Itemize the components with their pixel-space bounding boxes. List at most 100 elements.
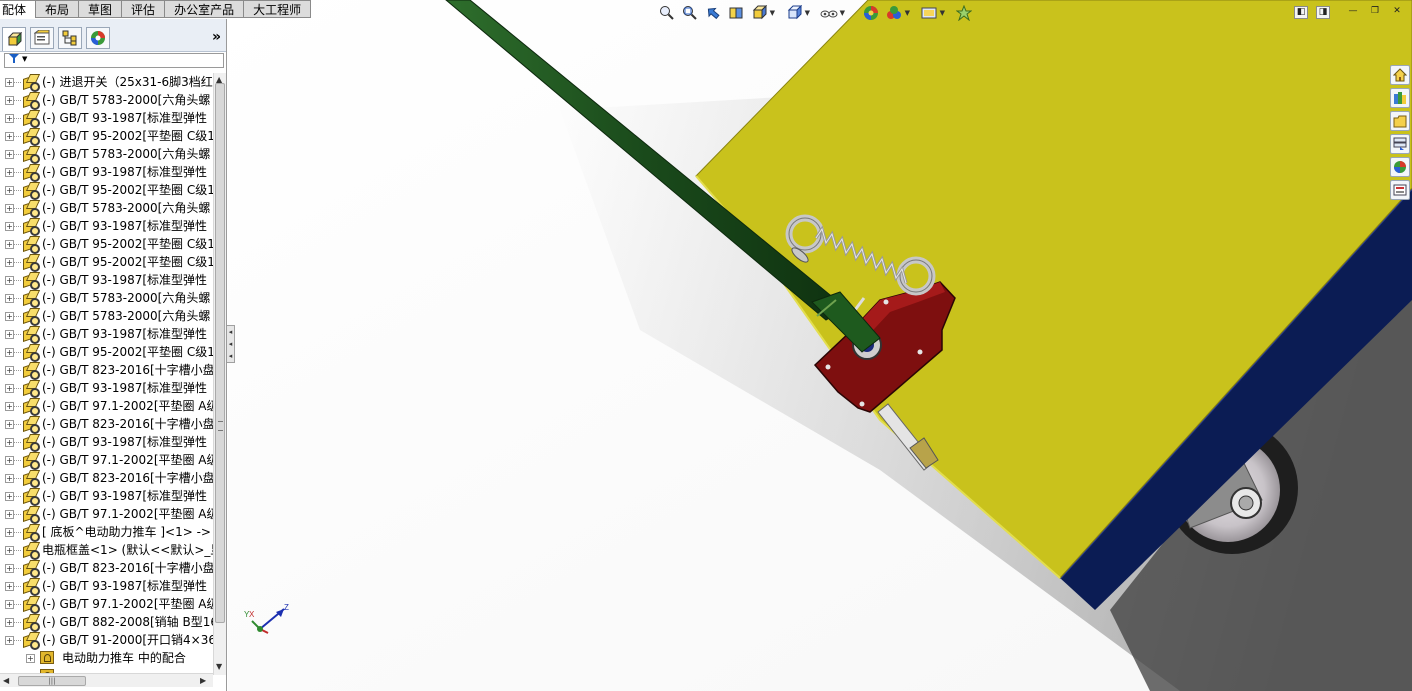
part-icon: [21, 164, 41, 182]
zoom-to-area-icon[interactable]: [681, 4, 699, 22]
render-tools-icon[interactable]: [955, 4, 973, 22]
tree-item[interactable]: + (-) GB/T 93-1987[标准型弹性: [0, 271, 213, 290]
tree-filter[interactable]: ▼: [4, 53, 224, 68]
tree-item[interactable]: + (-) 进退开关（25x31-6脚3档红: [0, 73, 213, 92]
part-icon: [21, 128, 41, 146]
scroll-down-arrow[interactable]: ▼: [216, 662, 222, 671]
tab-assembly[interactable]: 配体: [0, 0, 37, 18]
tree-item-label: (-) GB/T 5783-2000[六角头螺: [42, 147, 211, 161]
tree-item[interactable]: + (-) GB/T 5783-2000[六角头螺: [0, 289, 213, 308]
restore-button[interactable]: ❐: [1368, 6, 1382, 19]
part-icon: [21, 344, 41, 362]
tree-item[interactable]: + (-) GB/T 91-2000[开口销4×36: [0, 631, 213, 650]
tile-right-button[interactable]: ◨: [1316, 6, 1330, 19]
tree-item[interactable]: + (-) GB/T 93-1987[标准型弹性: [0, 487, 213, 506]
tree-item-label: (-) GB/T 5783-2000[六角头螺: [42, 201, 211, 215]
tree-item[interactable]: + (-) GB/T 95-2002[平垫圈 C级1: [0, 343, 213, 362]
feature-manager-icon[interactable]: [2, 27, 26, 51]
tree-item[interactable]: + (-) GB/T 95-2002[平垫圈 C级1: [0, 253, 213, 272]
part-icon: [21, 92, 41, 110]
view-palette-icon[interactable]: [1390, 134, 1410, 154]
view-settings-icon[interactable]: ▼: [920, 4, 945, 22]
tree-item-mates[interactable]: + 电动助力推车 中的配合: [0, 649, 213, 667]
tree-item[interactable]: + (-) GB/T 93-1987[标准型弹性: [0, 577, 213, 596]
tree-item[interactable]: + (-) GB/T 93-1987[标准型弹性: [0, 433, 213, 452]
feature-tree: + (-) 进退开关（25x31-6脚3档红 + (-) GB/T 5783-2000…: [0, 73, 213, 675]
tree-item[interactable]: + (-) GB/T 95-2002[平垫圈 C级1: [0, 127, 213, 146]
close-button[interactable]: ✕: [1390, 6, 1404, 19]
scroll-left-arrow[interactable]: ◀: [3, 676, 9, 685]
scroll-thumb[interactable]: [215, 83, 225, 623]
tree-vertical-scrollbar[interactable]: ▲ ▼: [213, 73, 226, 675]
file-explorer-icon[interactable]: [1390, 111, 1410, 131]
tree-item[interactable]: + (-) GB/T 882-2008[销轴 B型16: [0, 613, 213, 632]
tab-layout[interactable]: 布局: [36, 0, 80, 18]
part-icon: [21, 542, 41, 560]
custom-properties-icon[interactable]: [1390, 180, 1410, 200]
expand-panel-button[interactable]: »: [212, 29, 221, 45]
section-view-icon[interactable]: [727, 4, 745, 22]
tree-item[interactable]: + (-) GB/T 95-2002[平垫圈 C级1: [0, 235, 213, 254]
tree-item[interactable]: + (-) GB/T 97.1-2002[平垫圈 A级: [0, 397, 213, 416]
tab-evaluate[interactable]: 评估: [122, 0, 166, 18]
display-style-icon[interactable]: ▼: [785, 4, 810, 22]
home-icon[interactable]: [1390, 65, 1410, 85]
tab-sketch[interactable]: 草图: [79, 0, 123, 18]
tree-item-label: (-) 进退开关（25x31-6脚3档红: [42, 75, 213, 89]
tree-item[interactable]: + (-) GB/T 823-2016[十字槽小盘: [0, 415, 213, 434]
tree-item-label: (-) GB/T 95-2002[平垫圈 C级1: [42, 129, 213, 143]
property-manager-icon[interactable]: [30, 27, 54, 49]
design-library-icon[interactable]: [1390, 88, 1410, 108]
tree-item[interactable]: + (-) GB/T 823-2016[十字槽小盘: [0, 361, 213, 380]
tree-item[interactable]: + 电瓶框盖<1> (默认<<默认>_显: [0, 541, 213, 560]
tree-horizontal-scrollbar[interactable]: ◀ ||| ▶: [0, 673, 213, 687]
zoom-to-fit-icon[interactable]: [658, 4, 676, 22]
feature-manager-panel: » ▼ + (-) 进退开关（25x31-6脚3档红 + (-) GB/T 5783-…: [0, 19, 227, 691]
tree-item[interactable]: +[ 底板^电动助力推车 ]<1> ->: [0, 523, 213, 542]
tree-item[interactable]: + (-) GB/T 5783-2000[六角头螺: [0, 307, 213, 326]
tree-item[interactable]: + (-) GB/T 93-1987[标准型弹性: [0, 325, 213, 344]
tab-office-products[interactable]: 办公室产品: [165, 0, 245, 18]
tree-item-label: 电瓶框盖<1> (默认<<默认>_显: [42, 543, 213, 557]
expand-icon[interactable]: +: [26, 654, 35, 663]
tree-item[interactable]: + (-) GB/T 823-2016[十字槽小盘: [0, 559, 213, 578]
tree-item[interactable]: + (-) GB/T 823-2016[十字槽小盘: [0, 469, 213, 488]
tree-item-label: (-) GB/T 93-1987[标准型弹性: [42, 327, 208, 341]
tree-item[interactable]: + (-) GB/T 5783-2000[六角头螺: [0, 145, 213, 164]
previous-view-icon[interactable]: [704, 4, 722, 22]
panel-collapse-handle[interactable]: ◂ ◂ ◂: [227, 325, 235, 363]
part-icon: [21, 200, 41, 218]
chevron-down-icon[interactable]: ▼: [22, 55, 27, 63]
display-manager-icon[interactable]: [86, 27, 110, 49]
tile-left-button[interactable]: ◧: [1294, 6, 1308, 19]
configuration-manager-icon[interactable]: [58, 27, 82, 49]
apply-scene-icon[interactable]: ▼: [885, 4, 910, 22]
tree-item-label: (-) GB/T 823-2016[十字槽小盘: [42, 471, 213, 485]
tree-item[interactable]: + (-) GB/T 93-1987[标准型弹性: [0, 379, 213, 398]
scroll-right-arrow[interactable]: ▶: [200, 676, 206, 685]
manager-tabs: »: [0, 19, 226, 52]
tree-item[interactable]: + (-) GB/T 93-1987[标准型弹性: [0, 109, 213, 128]
tree-item[interactable]: + (-) GB/T 5783-2000[六角头螺: [0, 199, 213, 218]
tree-item[interactable]: + (-) GB/T 97.1-2002[平垫圈 A级: [0, 451, 213, 470]
tree-item-label: (-) GB/T 5783-2000[六角头螺: [42, 309, 211, 323]
part-icon: [21, 236, 41, 254]
tree-item-label: (-) GB/T 93-1987[标准型弹性: [42, 579, 208, 593]
tree-item[interactable]: + (-) GB/T 93-1987[标准型弹性: [0, 217, 213, 236]
view-orientation-icon[interactable]: ▼: [750, 4, 775, 22]
graphics-area[interactable]: [228, 0, 1412, 691]
tree-item[interactable]: + (-) GB/T 5783-2000[六角头螺: [0, 91, 213, 110]
tree-item[interactable]: + (-) GB/T 97.1-2002[平垫圈 A级: [0, 505, 213, 524]
tab-big-engineer[interactable]: 大工程师: [244, 0, 312, 18]
appearances-icon[interactable]: [1390, 157, 1410, 177]
scroll-thumb-horizontal[interactable]: |||: [18, 676, 86, 686]
edit-appearance-icon[interactable]: [862, 4, 880, 22]
tree-item[interactable]: + (-) GB/T 97.1-2002[平垫圈 A级: [0, 595, 213, 614]
tree-item[interactable]: + (-) GB/T 93-1987[标准型弹性: [0, 163, 213, 182]
tree-item-label: (-) GB/T 823-2016[十字槽小盘: [42, 417, 213, 431]
tree-item[interactable]: + (-) GB/T 95-2002[平垫圈 C级1: [0, 181, 213, 200]
tree-item-label: (-) GB/T 97.1-2002[平垫圈 A级: [42, 453, 213, 467]
task-pane: [1390, 61, 1412, 207]
minimize-button[interactable]: —: [1346, 6, 1360, 19]
hide-show-items-icon[interactable]: ▼: [820, 4, 845, 22]
